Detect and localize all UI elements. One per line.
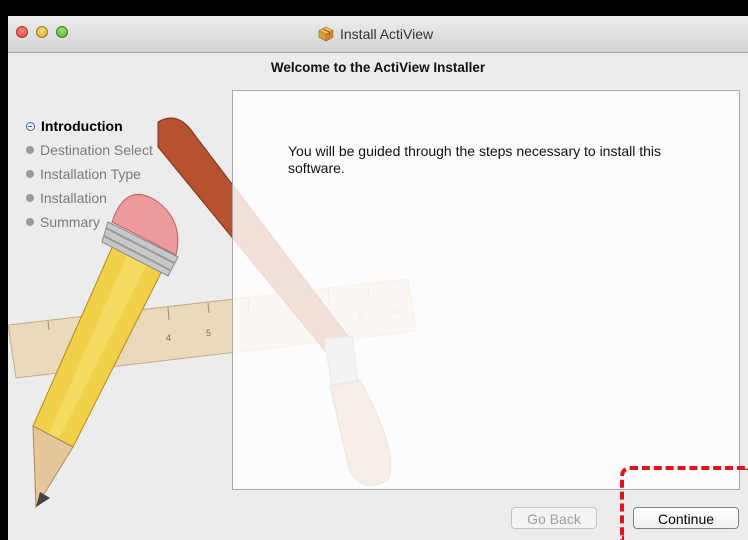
installer-steps-list: Introduction Destination Select Installa… — [26, 117, 153, 237]
ruler-number: 4 — [166, 333, 171, 343]
step-label: Summary — [40, 214, 100, 230]
ruler-number: 5 — [206, 328, 211, 338]
step-bullet-icon — [26, 170, 34, 178]
step-summary: Summary — [26, 213, 153, 237]
step-installation-type: Installation Type — [26, 165, 153, 189]
step-label: Installation Type — [40, 166, 141, 182]
step-destination-select: Destination Select — [26, 141, 153, 165]
title-bar[interactable]: Install ActiView — [8, 16, 748, 53]
package-icon — [318, 26, 334, 42]
minimize-window-button[interactable] — [36, 26, 48, 38]
window-title: Install ActiView — [340, 26, 434, 42]
installer-window: Install ActiView 4 5 9 10 — [8, 16, 748, 540]
step-bullet-icon — [26, 194, 34, 202]
step-label: Destination Select — [40, 142, 153, 158]
step-label: Installation — [40, 190, 107, 206]
annotation-highlight-box — [620, 466, 748, 540]
active-step-bullet-icon — [26, 122, 35, 131]
intro-message: You will be guided through the steps nec… — [288, 143, 662, 176]
step-label: Introduction — [41, 118, 123, 134]
zoom-window-button[interactable] — [56, 26, 68, 38]
step-introduction: Introduction — [26, 117, 153, 141]
step-installation: Installation — [26, 189, 153, 213]
step-bullet-icon — [26, 146, 34, 154]
window-title-group: Install ActiView — [318, 25, 433, 43]
step-bullet-icon — [26, 218, 34, 226]
page-title: Welcome to the ActiView Installer — [270, 60, 486, 75]
close-window-button[interactable] — [16, 26, 28, 38]
content-panel: You will be guided through the steps nec… — [232, 90, 740, 490]
go-back-button[interactable]: Go Back — [511, 507, 597, 529]
